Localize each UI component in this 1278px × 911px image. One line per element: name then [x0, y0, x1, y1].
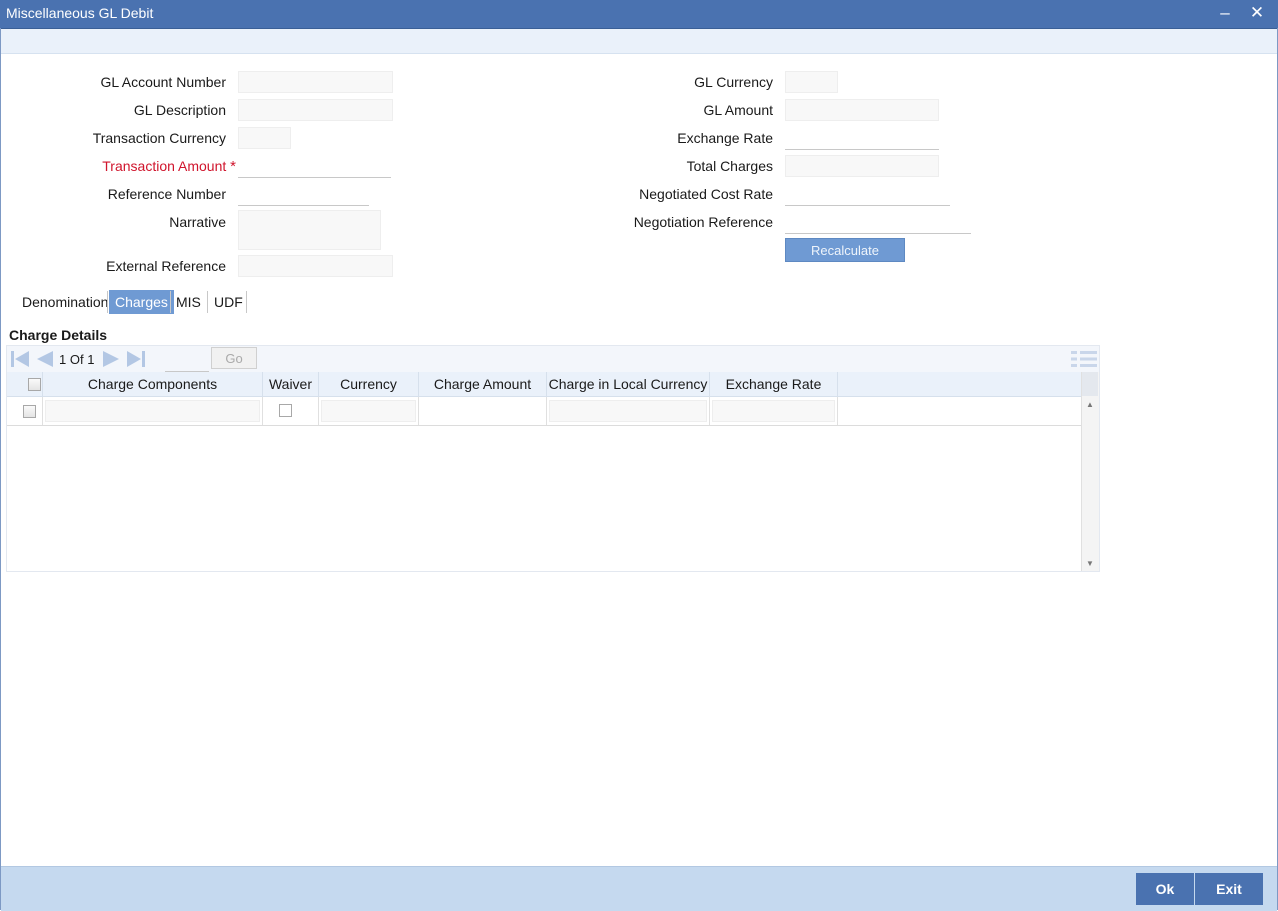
waiver-cell — [263, 397, 319, 425]
recalculate-button[interactable]: Recalculate — [785, 238, 905, 262]
transaction-amount-label-text: Transaction Amount — [102, 158, 227, 174]
scrollbar-header-block — [1082, 372, 1098, 396]
select-all-cell — [7, 372, 43, 396]
charge-details-grid: 1 Of 1 Go Charge Components Waiver Curre… — [6, 345, 1100, 572]
row-select-cell — [7, 397, 43, 425]
first-page-icon[interactable] — [9, 349, 31, 369]
waiver-checkbox[interactable] — [279, 404, 292, 417]
exchange-rate-label: Exchange Rate — [677, 130, 773, 146]
exchange-rate-value[interactable] — [712, 400, 835, 422]
gl-amount-field[interactable] — [785, 99, 939, 121]
currency-cell — [319, 397, 419, 425]
gl-currency-field[interactable] — [785, 71, 838, 93]
charge-amount-value[interactable] — [421, 400, 544, 422]
total-charges-field[interactable] — [785, 155, 939, 177]
narrative-field[interactable] — [238, 210, 381, 250]
toolbar-strip — [1, 29, 1277, 54]
column-header-charge-components[interactable]: Charge Components — [43, 372, 263, 396]
charge-component-cell — [43, 397, 263, 425]
column-header-waiver[interactable]: Waiver — [263, 372, 319, 396]
gl-description-field[interactable] — [238, 99, 393, 121]
charge-amount-cell — [419, 397, 547, 425]
title-bar: Miscellaneous GL Debit – ✕ — [0, 0, 1278, 29]
negotiation-reference-field[interactable] — [785, 212, 971, 234]
previous-page-icon[interactable] — [33, 349, 55, 369]
negotiation-reference-label: Negotiation Reference — [633, 214, 773, 230]
column-header-exchange-rate[interactable]: Exchange Rate — [710, 372, 838, 396]
current-page: 1 — [59, 352, 67, 367]
transaction-amount-label: Transaction Amount * — [40, 158, 236, 175]
close-icon[interactable]: ✕ — [1246, 2, 1268, 24]
transaction-currency-field[interactable] — [238, 127, 291, 149]
local-currency-charge-cell — [547, 397, 710, 425]
last-page-icon[interactable] — [125, 349, 147, 369]
reference-number-field[interactable] — [238, 184, 369, 206]
go-button[interactable]: Go — [211, 347, 257, 369]
negotiated-cost-rate-label: Negotiated Cost Rate — [639, 186, 773, 202]
page-indicator: 1 Of 1 — [59, 352, 94, 367]
grid-pagination-bar: 1 Of 1 Go — [7, 346, 1099, 372]
transaction-currency-label: Transaction Currency — [92, 130, 226, 146]
transaction-amount-field[interactable] — [238, 156, 391, 178]
grid-header: Charge Components Waiver Currency Charge… — [7, 372, 1082, 397]
gl-amount-label: GL Amount — [703, 102, 773, 118]
charge-component-value[interactable] — [45, 400, 260, 422]
charge-details-title: Charge Details — [9, 327, 108, 343]
exchange-rate-cell — [710, 397, 838, 425]
tab-divider — [107, 291, 108, 313]
tab-denomination[interactable]: Denomination — [16, 290, 114, 314]
tab-udf[interactable]: UDF — [208, 290, 249, 314]
scroll-down-icon[interactable]: ▼ — [1082, 559, 1098, 568]
external-reference-field[interactable] — [238, 255, 393, 277]
scroll-up-icon[interactable]: ▲ — [1082, 400, 1098, 409]
gl-description-label: GL Description — [133, 102, 226, 118]
window-title: Miscellaneous GL Debit — [6, 5, 154, 21]
total-pages: 1 — [87, 352, 95, 367]
exit-button[interactable]: Exit — [1195, 873, 1263, 905]
page-number-input[interactable] — [165, 351, 209, 372]
currency-value[interactable] — [321, 400, 416, 422]
vertical-scrollbar[interactable]: ▲ ▼ — [1081, 372, 1099, 571]
reference-number-label: Reference Number — [107, 186, 226, 202]
select-all-checkbox[interactable] — [28, 378, 41, 391]
column-header-currency[interactable]: Currency — [319, 372, 419, 396]
negotiated-cost-rate-field[interactable] — [785, 184, 950, 206]
total-charges-label: Total Charges — [686, 158, 773, 174]
tab-divider — [246, 291, 247, 313]
gl-account-number-label: GL Account Number — [100, 74, 226, 90]
gl-account-number-field[interactable] — [238, 71, 393, 93]
column-header-charge-local-currency[interactable]: Charge in Local Currency — [547, 372, 710, 396]
exchange-rate-field[interactable] — [785, 128, 939, 150]
footer-bar: Ok Exit — [1, 866, 1277, 911]
ok-button[interactable]: Ok — [1136, 873, 1194, 905]
external-reference-label: External Reference — [106, 258, 226, 274]
minimize-icon[interactable]: – — [1214, 2, 1236, 24]
tab-charges[interactable]: Charges — [109, 290, 174, 314]
page-of-label: Of — [69, 352, 84, 367]
gl-currency-label: GL Currency — [694, 74, 773, 90]
local-currency-charge-value[interactable] — [549, 400, 707, 422]
table-row — [7, 397, 1082, 426]
column-header-charge-amount[interactable]: Charge Amount — [419, 372, 547, 396]
tab-mis[interactable]: MIS — [170, 290, 207, 314]
next-page-icon[interactable] — [101, 349, 123, 369]
required-indicator: * — [230, 158, 236, 175]
row-select-checkbox[interactable] — [23, 405, 36, 418]
narrative-label: Narrative — [169, 214, 226, 230]
list-view-icon[interactable] — [1071, 350, 1097, 368]
